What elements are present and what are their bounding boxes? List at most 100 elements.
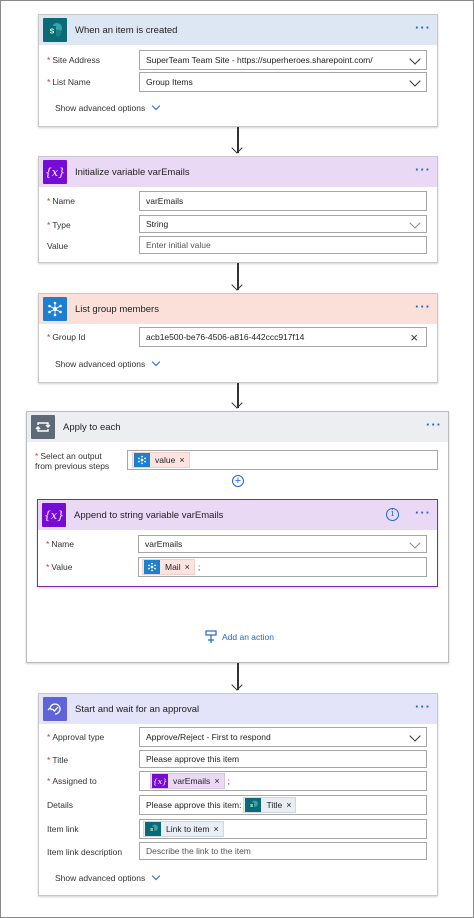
- token-mail[interactable]: Mail ×: [142, 559, 195, 575]
- init-variable-card[interactable]: {x} Initialize variable varEmails ··· *N…: [38, 156, 438, 263]
- site-address-dropdown[interactable]: SuperTeam Team Site - https://superheroe…: [139, 50, 427, 70]
- svg-text:{x}: {x}: [45, 509, 63, 522]
- remove-token-icon[interactable]: ×: [179, 455, 188, 465]
- variable-value-label: Value: [47, 241, 69, 251]
- insert-step-plus-icon[interactable]: +: [232, 475, 244, 487]
- approval-title-row: * Title Please approve this item: [47, 750, 427, 770]
- clear-icon[interactable]: ×: [410, 330, 418, 345]
- office-groups-icon: [43, 297, 67, 321]
- list-members-advanced-options[interactable]: Show advanced options: [55, 357, 161, 369]
- remove-token-icon[interactable]: ×: [185, 562, 194, 572]
- variable-name-label: Name: [52, 196, 75, 206]
- item-link-description-input[interactable]: Describe the link to the item: [139, 842, 427, 860]
- sharepoint-icon: S: [43, 18, 67, 42]
- variable-name-input[interactable]: varEmails: [139, 191, 427, 211]
- select-output-row: * Select an output from previous steps va…: [35, 450, 438, 472]
- list-members-title: List group members: [75, 303, 159, 315]
- approval-type-dropdown[interactable]: Approve/Reject - First to respond: [139, 727, 427, 747]
- chevron-down-icon: [409, 75, 421, 87]
- append-name-dropdown[interactable]: varEmails: [138, 535, 427, 553]
- approval-header[interactable]: Start and wait for an approval ···: [39, 694, 437, 724]
- svg-text:{x}: {x}: [46, 166, 64, 179]
- append-variable-header[interactable]: {x} Append to string variable varEmails …: [38, 500, 437, 530]
- sharepoint-icon: S: [145, 822, 161, 836]
- token-varemails[interactable]: {x} varEmails ×: [150, 773, 225, 789]
- variable-type-label: Type: [52, 220, 71, 230]
- variable-value-input[interactable]: Enter initial value: [139, 236, 427, 254]
- token-value[interactable]: value ×: [132, 452, 190, 468]
- apply-each-header[interactable]: Apply to each ···: [27, 412, 448, 442]
- list-name-dropdown[interactable]: Group Items: [139, 72, 427, 92]
- group-id-row: * Group Id acb1e500-be76-4506-a816-442ccc…: [47, 327, 427, 347]
- variable-name-row: * Name varEmails: [47, 191, 427, 211]
- item-link-row: Item link S Link to item ×: [47, 819, 427, 839]
- list-members-header[interactable]: List group members ···: [39, 294, 437, 324]
- item-link-description-row: Item link description Describe the link …: [47, 842, 427, 862]
- append-value-input[interactable]: Mail × ;: [138, 557, 427, 577]
- variable-icon: {x}: [152, 774, 168, 788]
- sharepoint-icon: S: [245, 798, 262, 812]
- apply-each-more-button[interactable]: ···: [426, 418, 442, 431]
- approval-type-row: * Approval type Approve/Reject - First to…: [47, 727, 427, 747]
- append-name-label: Name: [51, 539, 74, 549]
- trigger-card[interactable]: S When an item is created ··· * Site Addr…: [38, 14, 438, 127]
- select-output-label: Select an output: [40, 451, 102, 461]
- chevron-down-icon: [152, 357, 161, 367]
- svg-text:S: S: [250, 803, 253, 808]
- assigned-to-row: * Assigned to {x} varEmails × ;: [47, 771, 427, 791]
- list-members-card[interactable]: List group members ··· * Group Id acb1e50…: [38, 293, 438, 383]
- init-variable-title: Initialize variable varEmails: [75, 166, 190, 178]
- assigned-to-input[interactable]: {x} varEmails × ;: [139, 771, 427, 791]
- chevron-down-icon: [152, 101, 161, 111]
- variable-icon: {x}: [42, 503, 66, 527]
- details-input[interactable]: Please approve this item: S Title ×: [139, 795, 427, 815]
- apply-each-title: Apply to each: [63, 421, 121, 433]
- trigger-advanced-options[interactable]: Show advanced options: [55, 101, 161, 113]
- add-action-icon: [205, 630, 217, 643]
- chevron-down-icon: [409, 217, 421, 229]
- trigger-more-button[interactable]: ···: [415, 21, 431, 34]
- item-link-input[interactable]: S Link to item ×: [139, 819, 427, 839]
- select-output-input[interactable]: value ×: [127, 450, 438, 470]
- site-address-label: Site Address: [52, 55, 101, 65]
- approval-title: Start and wait for an approval: [75, 703, 200, 715]
- token-title[interactable]: S Title ×: [243, 797, 297, 813]
- variable-type-row: * Type String: [47, 215, 427, 235]
- group-id-input[interactable]: acb1e500-be76-4506-a816-442ccc917f14 ×: [139, 327, 427, 347]
- office-groups-icon: [144, 560, 160, 574]
- trigger-card-header[interactable]: S When an item is created ···: [39, 15, 437, 45]
- token-link-to-item[interactable]: S Link to item ×: [143, 821, 224, 837]
- remove-token-icon[interactable]: ×: [213, 824, 222, 834]
- apply-each-container[interactable]: Apply to each ··· * Select an output from…: [26, 411, 449, 663]
- svg-text:{x}: {x}: [153, 777, 167, 786]
- init-variable-header[interactable]: {x} Initialize variable varEmails ···: [39, 157, 437, 187]
- variable-value-row: Value Enter initial value: [47, 236, 427, 256]
- append-variable-more-button[interactable]: ···: [415, 506, 431, 519]
- approval-advanced-options[interactable]: Show advanced options: [55, 871, 161, 883]
- chevron-down-icon: [409, 730, 421, 742]
- chevron-down-icon: [152, 871, 161, 881]
- list-members-more-button[interactable]: ···: [415, 300, 431, 313]
- chevron-down-icon: [409, 53, 421, 65]
- details-row: Details Please approve this item: S Titl…: [47, 795, 427, 815]
- office-groups-icon: [134, 453, 150, 467]
- append-value-label: Value: [51, 562, 73, 572]
- approval-more-button[interactable]: ···: [415, 700, 431, 713]
- approval-title-input[interactable]: Please approve this item: [139, 750, 427, 768]
- init-variable-more-button[interactable]: ···: [415, 163, 431, 176]
- remove-token-icon[interactable]: ×: [286, 800, 295, 810]
- svg-text:S: S: [150, 827, 153, 832]
- trigger-title: When an item is created: [75, 24, 178, 36]
- list-name-row: * List Name Group Items: [47, 72, 427, 92]
- approval-title-label: Title: [52, 755, 69, 765]
- approval-card[interactable]: Start and wait for an approval ··· * Appr…: [38, 693, 438, 896]
- add-action-button[interactable]: Add an action: [204, 630, 274, 644]
- details-label: Details: [47, 800, 73, 810]
- approval-type-label: Approval type: [52, 732, 105, 742]
- remove-token-icon[interactable]: ×: [214, 776, 223, 786]
- append-variable-card[interactable]: {x} Append to string variable varEmails …: [37, 499, 438, 587]
- assigned-to-label: Assigned to: [52, 776, 97, 786]
- info-icon[interactable]: i: [386, 508, 399, 521]
- variable-icon: {x}: [43, 160, 67, 184]
- variable-type-dropdown[interactable]: String: [139, 215, 427, 233]
